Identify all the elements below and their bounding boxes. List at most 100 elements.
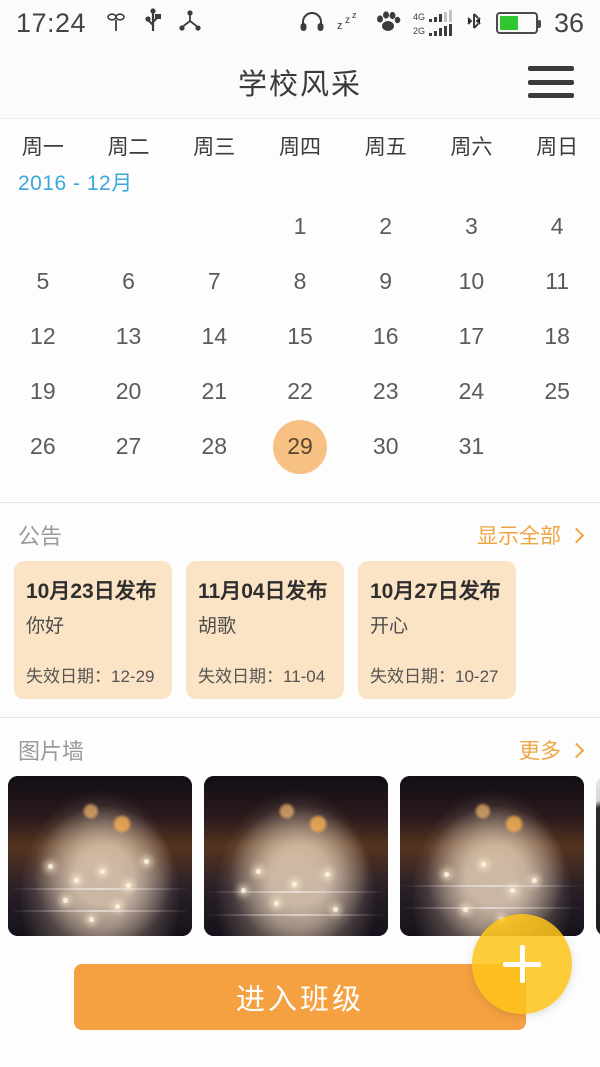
svg-text:z: z xyxy=(352,10,357,20)
calendar-weekday-header: 周一 周二 周三 周四 周五 周六 周日 xyxy=(0,119,600,161)
night-traffic-photo-2[interactable] xyxy=(204,776,388,936)
weekday-tue: 周二 xyxy=(107,136,150,159)
calendar-day-13[interactable]: 13 xyxy=(86,309,172,364)
announcement-card[interactable]: 11月04日发布 胡歌 失效日期：11-04 xyxy=(186,561,344,699)
title-bar: 学校风采 xyxy=(0,46,600,119)
announcement-expire: 失效日期：10-27 xyxy=(370,667,499,686)
announcement-body: 开心 xyxy=(370,616,409,637)
bottom-action-area: 进入班级 xyxy=(0,914,600,1052)
calendar-day-25[interactable]: 25 xyxy=(514,364,600,419)
calendar-day-empty xyxy=(171,199,257,254)
calendar-day-28[interactable]: 28 xyxy=(171,419,257,474)
signal-4g-row: 4G xyxy=(413,10,452,22)
enter-class-button[interactable]: 进入班级 xyxy=(74,964,526,1030)
calendar-day-2[interactable]: 2 xyxy=(343,199,429,254)
signal-bar xyxy=(438,14,442,22)
page-title: 学校风采 xyxy=(237,69,362,101)
calendar-day-19[interactable]: 19 xyxy=(0,364,86,419)
calendar-day-10[interactable]: 10 xyxy=(429,254,515,309)
photowall-more-label: 更多 xyxy=(519,740,561,763)
signal-2g-row: 2G xyxy=(413,24,452,36)
hamburger-menu-icon[interactable] xyxy=(528,66,574,98)
calendar-day-14[interactable]: 14 xyxy=(171,309,257,364)
add-floating-action-button[interactable] xyxy=(472,914,572,1014)
photo-lights xyxy=(8,776,192,936)
calendar-day-18[interactable]: 18 xyxy=(514,309,600,364)
calendar-day-9[interactable]: 9 xyxy=(343,254,429,309)
signal-bar xyxy=(433,31,437,36)
calendar-day-29[interactable]: 29 xyxy=(257,419,343,474)
status-right-icons: zzz 4G 2G 36 xyxy=(299,8,584,39)
calendar-widget[interactable]: 周一 周二 周三 周四 周五 周六 周日 2016 - 12月 12345678… xyxy=(0,119,600,502)
night-traffic-photo-1[interactable] xyxy=(8,776,192,936)
announcements-header: 公告 显示全部 xyxy=(0,503,600,561)
calendar-selected-day: 29 xyxy=(272,419,327,474)
calendar-day-1[interactable]: 1 xyxy=(257,199,343,254)
weekday-sun: 周日 xyxy=(536,136,579,159)
announcement-body: 胡歌 xyxy=(198,616,237,637)
calendar-day-30[interactable]: 30 xyxy=(343,419,429,474)
calendar-day-27[interactable]: 27 xyxy=(86,419,172,474)
calendar-day-8[interactable]: 8 xyxy=(257,254,343,309)
calendar-day-17[interactable]: 17 xyxy=(429,309,515,364)
sleep-mode-icon: zzz xyxy=(337,10,363,37)
signal-indicator: 4G 2G xyxy=(413,10,452,36)
announcement-card-list[interactable]: 10月23日发布 你好 失效日期：12-29 11月04日发布 胡歌 失效日期：11-04… xyxy=(0,561,600,717)
photowall-title: 图片墙 xyxy=(18,739,85,764)
svg-text:z: z xyxy=(345,15,350,26)
signal-bar xyxy=(433,17,437,22)
usb-icon xyxy=(142,7,164,39)
calendar-day-20[interactable]: 20 xyxy=(86,364,172,419)
announcements-show-all-label: 显示全部 xyxy=(477,525,561,548)
hamburger-line xyxy=(528,66,574,71)
calendar-day-11[interactable]: 11 xyxy=(514,254,600,309)
night-traffic-photo-3[interactable] xyxy=(400,776,584,936)
keyboard-photo-4[interactable] xyxy=(596,776,600,936)
signal-bar xyxy=(428,33,432,36)
calendar-day-15[interactable]: 15 xyxy=(257,309,343,364)
calendar-day-21[interactable]: 21 xyxy=(171,364,257,419)
announcement-card[interactable]: 10月23日发布 你好失效日期：12-29 xyxy=(14,561,172,699)
battery-fill xyxy=(499,16,518,30)
battery-icon xyxy=(495,12,541,34)
status-left-icons xyxy=(104,7,202,39)
announcement-expire: 失效日期：11-04 xyxy=(198,667,326,686)
signal-bar xyxy=(443,12,447,22)
app-screen: 17:24 zzz 4G 2G 36 学校风采 周一 周二 周三 周四 周五 周… xyxy=(0,0,600,1067)
signal-bar xyxy=(448,10,452,22)
signal-bar xyxy=(443,26,447,36)
signal-bar xyxy=(438,28,442,36)
status-time: 17:24 xyxy=(16,7,87,38)
announcement-card[interactable]: 10月27日发布 开心 失效日期：10-27 xyxy=(358,561,516,699)
calendar-day-23[interactable]: 23 xyxy=(343,364,429,419)
calendar-day-22[interactable]: 22 xyxy=(257,364,343,419)
calendar-day-6[interactable]: 6 xyxy=(86,254,172,309)
announcements-section: 公告 显示全部 10月23日发布 你好 失效日期：12-29 11月04日发布 胡歌 失效… xyxy=(0,503,600,717)
calendar-day-3[interactable]: 3 xyxy=(429,199,515,254)
weekday-fri: 周五 xyxy=(364,136,407,159)
signal-4g-label: 4G xyxy=(412,12,425,22)
calendar-day-16[interactable]: 16 xyxy=(343,309,429,364)
calendar-month-label: 2016 - 12月 xyxy=(18,172,133,195)
announcements-show-all-button[interactable]: 显示全部 xyxy=(477,520,585,550)
calendar-day-31[interactable]: 31 xyxy=(429,419,515,474)
calendar-day-7[interactable]: 7 xyxy=(171,254,257,309)
announcement-date: 10月23日发布 xyxy=(26,580,157,603)
calendar-day-12[interactable]: 12 xyxy=(0,309,86,364)
weekday-mon: 周一 xyxy=(21,136,64,159)
announcement-expire: 失效日期：12-29 xyxy=(26,667,155,686)
calendar-day-5[interactable]: 5 xyxy=(0,254,86,309)
calendar-day-4[interactable]: 4 xyxy=(514,199,600,254)
photo-lights xyxy=(204,776,388,936)
calendar-day-grid[interactable]: 1 2 3 4 5 6 7 8 9 10 11 12 13 14 15 16 17 18 19 20 21 22 23 24 2… xyxy=(0,199,600,474)
calendar-day-empty xyxy=(0,199,86,254)
calendar-day-26[interactable]: 26 xyxy=(0,419,86,474)
photowall-more-button[interactable]: 更多 xyxy=(519,735,585,765)
battery-percent: 36 xyxy=(553,7,584,38)
weekday-wed: 周三 xyxy=(193,136,236,159)
calendar-day-24[interactable]: 24 xyxy=(429,364,515,419)
announcements-title: 公告 xyxy=(18,524,63,549)
announcement-body: 你好 xyxy=(26,616,65,637)
photo-lights xyxy=(400,776,584,936)
signal-bar xyxy=(448,24,452,36)
